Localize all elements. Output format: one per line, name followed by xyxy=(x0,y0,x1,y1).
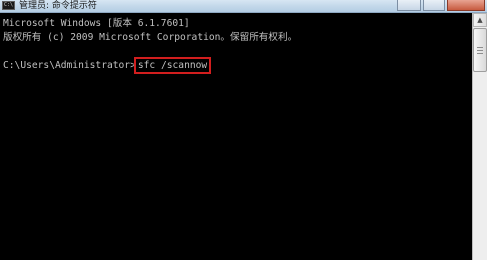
command-line: C:\Users\Administrator> sfc /scannow xyxy=(3,57,212,74)
title-bar[interactable]: C:\ 管理员: 命令提示符 xyxy=(0,0,487,13)
window-controls xyxy=(397,0,485,12)
highlighted-command: sfc /scannow xyxy=(133,57,212,74)
grip-line xyxy=(477,47,483,48)
scroll-up-arrow-icon[interactable]: ▲ xyxy=(473,13,487,27)
grip-line xyxy=(477,53,483,54)
vertical-scrollbar[interactable]: ▲ xyxy=(472,13,487,260)
copyright-line: 版权所有 (c) 2009 Microsoft Corporation。保留所有… xyxy=(3,32,298,43)
command-prompt: C:\Users\Administrator> xyxy=(3,60,136,71)
minimize-button[interactable] xyxy=(397,0,421,11)
version-line: Microsoft Windows [版本 6.1.7601] xyxy=(3,18,190,29)
maximize-button[interactable] xyxy=(423,0,445,11)
scroll-thumb[interactable] xyxy=(473,28,487,72)
console-output-area[interactable]: Microsoft Windows [版本 6.1.7601] 版权所有 (c)… xyxy=(0,13,472,260)
window-title: 管理员: 命令提示符 xyxy=(19,1,97,11)
grip-line xyxy=(477,50,483,51)
command-prompt-window: C:\ 管理员: 命令提示符 Microsoft Windows [版本 6.1… xyxy=(0,0,487,260)
console-app-icon: C:\ xyxy=(2,1,15,10)
close-button[interactable] xyxy=(447,0,485,11)
